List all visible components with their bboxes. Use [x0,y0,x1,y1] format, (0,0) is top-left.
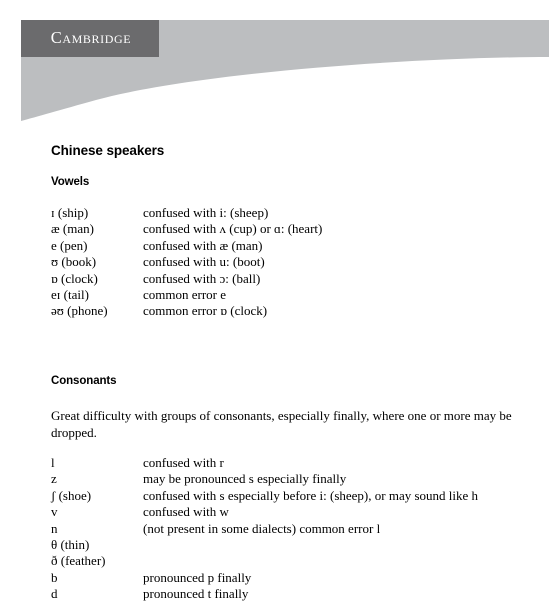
table-row: æ (man) confused with ʌ (cup) or ɑ: (hea… [51,221,322,237]
table-row: əʊ (phone) common error ɒ (clock) [51,303,322,319]
table-row: v confused with w [51,504,478,520]
consonant-description: confused with s especially before i: (sh… [143,487,479,503]
consonant-symbol: θ (thin) [51,537,90,553]
vowel-symbol: əʊ (phone) [51,303,108,319]
section-heading-consonants: Consonants [51,375,117,387]
consonant-description: confused with r [143,455,224,470]
consonant-description: (not present in some dialects) common er… [143,520,381,536]
vowel-symbol: ɒ (clock) [51,270,98,286]
consonant-description [143,553,478,569]
vowel-description: confused with ɔ: (ball) [143,270,261,286]
page-header-band: Cambridge [0,0,549,125]
vowel-description: common error ɒ (clock) [143,303,268,319]
consonant-symbol: l [51,455,55,470]
consonants-intro-paragraph: Great difficulty with groups of consonan… [51,408,512,440]
table-row: ɪ (ship) confused with i: (sheep) [51,205,322,221]
table-row: b pronounced p finally [51,570,478,586]
table-row: e (pen) confused with æ (man) [51,238,322,254]
consonant-symbol: d [51,586,58,602]
consonant-description: pronounced p finally [143,569,252,585]
cambridge-logo-label: Cambridge [50,28,132,48]
vowels-table: ɪ (ship) confused with i: (sheep) æ (man… [51,205,322,320]
section-heading-vowels: Vowels [51,176,90,188]
vowel-description: confused with i: (sheep) [143,205,269,220]
consonant-symbol: ð (feather) [51,553,106,569]
vowel-description: confused with u: (boot) [143,254,265,270]
consonant-symbol: n [51,520,58,536]
vowel-description: common error e [143,287,227,303]
table-row: θ (thin) [51,537,478,553]
vowel-symbol: ʊ (book) [51,254,97,270]
consonant-symbol: ʃ (shoe) [51,487,92,503]
header-curve-graphic [21,20,549,121]
vowel-symbol: ɪ (ship) [51,205,89,220]
consonant-description: pronounced t finally [143,586,249,602]
table-row: ʃ (shoe) confused with s especially befo… [51,488,478,504]
vowel-symbol: eɪ (tail) [51,287,89,303]
cambridge-logo: Cambridge [21,20,159,57]
table-row: n (not present in some dialects) common … [51,521,478,537]
vowel-symbol: æ (man) [51,221,94,237]
table-row: ʊ (book) confused with u: (boot) [51,254,322,270]
consonant-description: confused with w [143,504,229,520]
vowel-description: confused with ʌ (cup) or ɑ: (heart) [143,221,323,237]
table-row: ɒ (clock) confused with ɔ: (ball) [51,271,322,287]
vowel-symbol: e (pen) [51,237,88,253]
table-row: ð (feather) [51,553,478,569]
page-title: Chinese speakers [51,143,165,158]
consonants-table: l confused with r z may be pronounced s … [51,455,478,603]
consonant-symbol: b [51,569,58,585]
consonant-description: may be pronounced s especially finally [143,471,347,487]
consonant-symbol: z [51,471,57,487]
table-row: l confused with r [51,455,478,471]
vowel-description: confused with æ (man) [143,237,263,253]
table-row: z may be pronounced s especially finally [51,471,478,487]
consonant-description [143,537,478,553]
table-row: d pronounced t finally [51,586,478,602]
consonant-symbol: v [51,504,58,520]
table-row: eɪ (tail) common error e [51,287,322,303]
